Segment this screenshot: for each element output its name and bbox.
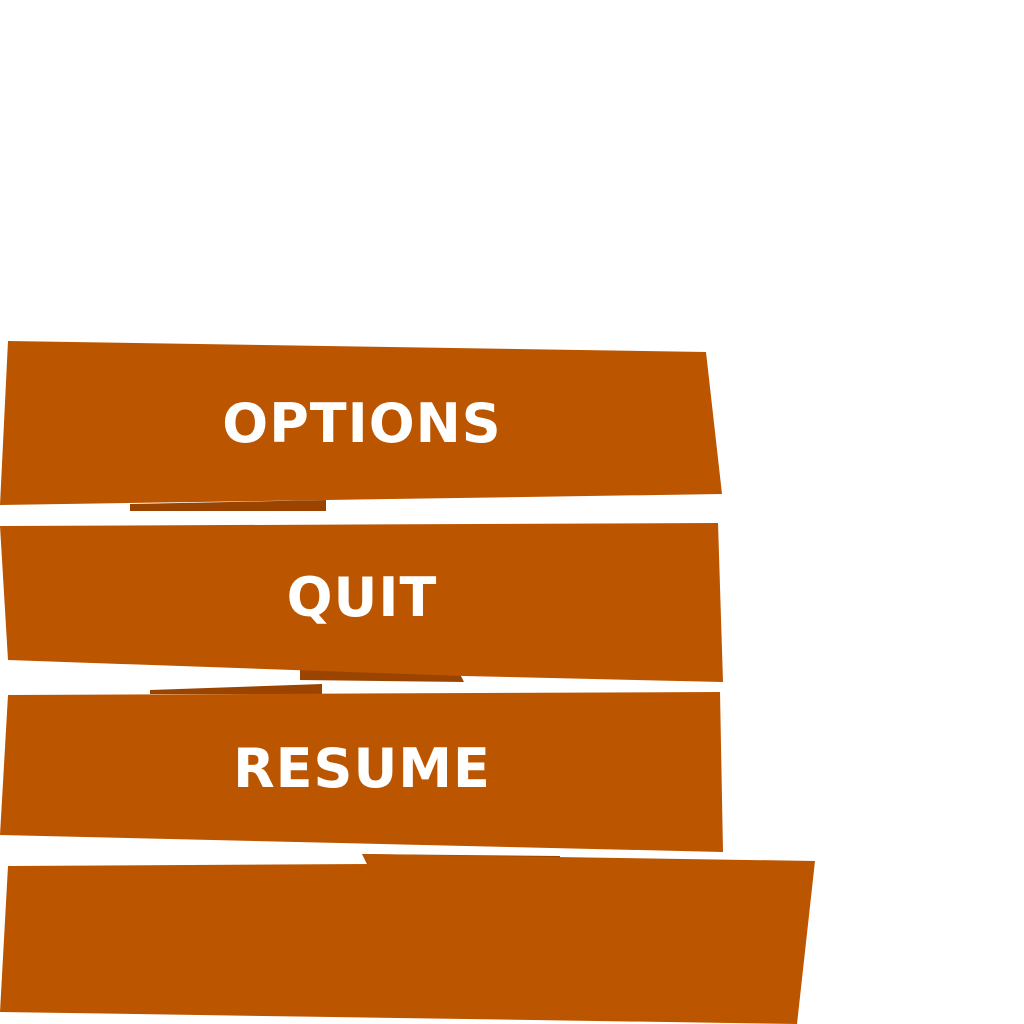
options-plank-group [0, 341, 722, 511]
quit-plank-group [0, 523, 723, 682]
resume-button[interactable] [0, 692, 723, 852]
resume-plank-group [0, 684, 723, 852]
menu-planks [0, 341, 815, 1024]
options-button[interactable] [0, 341, 722, 505]
pause-menu: OPTIONS QUIT RESUME [0, 0, 1024, 1024]
quit-button[interactable] [0, 523, 723, 682]
blank-menu-button[interactable] [0, 854, 815, 1024]
blank-plank-group [0, 854, 815, 1024]
resume-plank-shadow [150, 684, 322, 694]
